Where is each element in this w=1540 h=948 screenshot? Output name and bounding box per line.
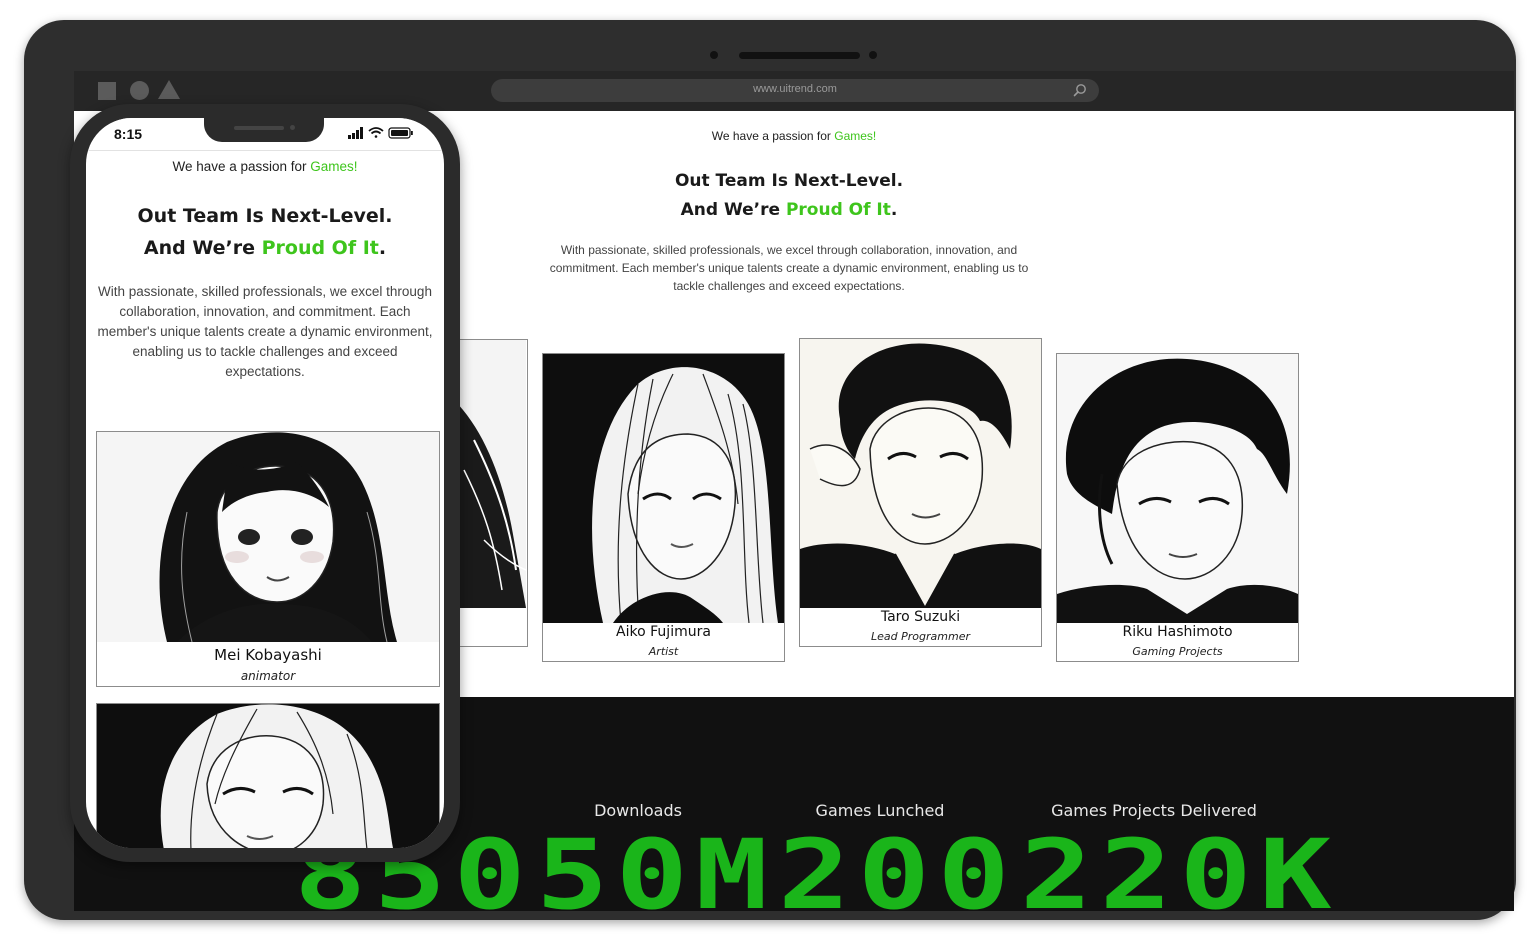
address-bar[interactable]: www.uitrend.com	[491, 79, 1099, 102]
tagline-highlight: Games!	[834, 129, 877, 143]
stat-value-games: 200	[778, 819, 1018, 911]
stat-value-projects: 220K	[1020, 819, 1339, 911]
phone-screen: 8:15 We have a passion for Games! Out Te…	[86, 118, 444, 848]
headline-line-1: Out Team Is Next-Level.	[137, 205, 393, 227]
url-text: www.uitrend.com	[753, 83, 837, 95]
headline-prefix: And We’re	[143, 237, 262, 259]
speaker-bar	[739, 52, 860, 59]
battery-icon	[388, 127, 413, 139]
headline-suffix: .	[378, 237, 387, 259]
member-role: Lead Programmer	[871, 630, 970, 643]
team-card[interactable]: Mei Kobayashi animator	[96, 431, 440, 687]
member-name: Taro Suzuki	[880, 609, 961, 625]
phone-frame: 8:15 We have a passion for Games! Out Te…	[70, 104, 460, 862]
status-icons	[346, 126, 416, 140]
member-name: Riku Hashimoto	[1122, 624, 1233, 640]
member-name: Mei Kobayashi	[214, 646, 322, 664]
camera-bar	[710, 50, 880, 60]
status-bar: 8:15	[86, 118, 444, 146]
portrait-image	[454, 340, 526, 608]
member-role: animator	[240, 669, 296, 683]
tagline-text: We have a passion for	[172, 159, 311, 174]
camera-dot	[710, 51, 718, 59]
window-triangle-button[interactable]	[158, 80, 180, 99]
headline-highlight: Proud Of It	[261, 237, 379, 259]
window-square-button[interactable]	[98, 82, 116, 100]
status-divider	[86, 150, 444, 151]
headline-line-2: And We’re Proud Of It.	[86, 232, 444, 264]
sensor-dot	[869, 51, 877, 59]
signal-icon	[348, 127, 363, 139]
tagline-highlight: Games!	[310, 159, 358, 174]
headline-prefix: And We’re	[680, 200, 786, 220]
portrait-image	[97, 432, 439, 642]
search-icon[interactable]	[1073, 83, 1087, 97]
tagline-text: We have a passion for	[711, 129, 835, 143]
mobile-tagline: We have a passion for Games!	[86, 159, 444, 174]
team-card-partial[interactable]	[96, 703, 440, 848]
camera-dot	[290, 125, 295, 130]
team-card[interactable]: Aiko Fujimura Artist	[542, 353, 785, 662]
team-card[interactable]: Riku Hashimoto Gaming Projects	[1056, 353, 1299, 662]
mobile-page-title: Out Team Is Next-Level. And We’re Proud …	[86, 200, 444, 264]
status-time: 8:15	[114, 126, 143, 142]
member-name: Aiko Fujimura	[616, 624, 711, 640]
stat-label-projects: Games Projects Delivered	[1051, 801, 1257, 820]
team-card[interactable]: Taro Suzuki Lead Programmer	[799, 338, 1042, 647]
wifi-icon	[368, 127, 384, 138]
portrait-image	[97, 704, 439, 848]
window-circle-button[interactable]	[130, 81, 149, 100]
phone-notch	[204, 118, 324, 142]
portrait-image	[543, 354, 784, 623]
portrait-image	[1057, 354, 1298, 623]
mobile-team-description: With passionate, skilled professionals, …	[97, 284, 433, 379]
stat-label-downloads: Downloads	[594, 801, 682, 820]
team-card-partial[interactable]	[454, 339, 528, 647]
headline-highlight: Proud Of It	[785, 200, 891, 220]
portrait-image	[800, 339, 1041, 608]
member-role: Gaming Projects	[1132, 645, 1223, 658]
member-role: Artist	[648, 645, 679, 658]
stat-label-games: Games Lunched	[815, 801, 945, 820]
stat-value-downloads: 50M	[536, 819, 776, 911]
speaker-bar	[234, 126, 284, 130]
headline-suffix: .	[890, 200, 898, 220]
team-description: With passionate, skilled professionals, …	[549, 243, 1029, 293]
